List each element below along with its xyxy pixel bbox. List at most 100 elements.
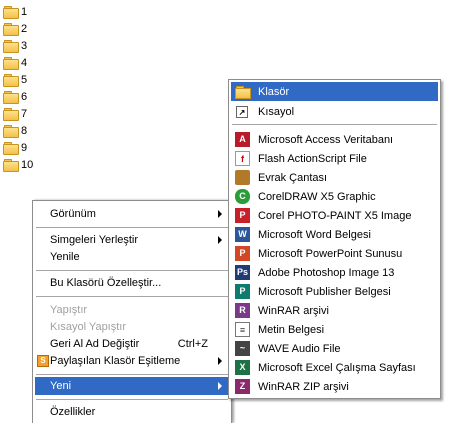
submenu-item-winrar[interactable]: R WinRAR arşivi	[231, 301, 438, 320]
submenu-item-label: Evrak Çantası	[258, 171, 328, 184]
menu-item-label: Bu Klasörü Özelleştir...	[50, 277, 162, 289]
menu-item-label: Görünüm	[50, 208, 96, 220]
folder-item[interactable]: 1	[3, 3, 43, 20]
text-document-icon: ≡	[235, 322, 250, 337]
menu-item-label: Özellikler	[50, 406, 96, 418]
submenu-arrow-icon	[218, 236, 222, 244]
menu-item-shared-folder-sync[interactable]: S Paylaşılan Klasör Eşitleme	[35, 352, 229, 370]
folder-label: 5	[21, 73, 28, 86]
folder-label: 2	[21, 22, 28, 35]
folder-label: 6	[21, 90, 28, 103]
folder-icon	[3, 56, 19, 70]
folder-item[interactable]: 2	[3, 20, 43, 37]
submenu-item-label: WinRAR ZIP arşivi	[258, 380, 349, 393]
menu-item-paste-shortcut[interactable]: Kısayol Yapıştır	[35, 318, 229, 336]
submenu-item-label: WAVE Audio File	[258, 342, 341, 355]
submenu-item-label: Microsoft Word Belgesi	[258, 228, 371, 241]
folder-icon	[235, 84, 251, 99]
folder-item[interactable]: 4	[3, 54, 43, 71]
submenu-item-label: Microsoft Access Veritabanı	[258, 133, 394, 146]
menu-item-undo-rename[interactable]: Geri Al Ad Değiştir Ctrl+Z	[35, 335, 229, 353]
menu-item-customize-folder[interactable]: Bu Klasörü Özelleştir...	[35, 274, 229, 292]
folder-icon	[3, 5, 19, 19]
menu-item-refresh[interactable]: Yenile	[35, 248, 229, 266]
folder-item[interactable]: 7	[3, 105, 43, 122]
submenu-item-label: CorelDRAW X5 Graphic	[258, 190, 376, 203]
folder-icon	[3, 141, 19, 155]
submenu-arrow-icon	[218, 382, 222, 390]
flash-icon: f	[235, 151, 250, 166]
menu-item-view[interactable]: Görünüm	[35, 205, 229, 223]
submenu-item-folder[interactable]: Klasör	[231, 82, 438, 101]
submenu-item-label: Adobe Photoshop Image 13	[258, 266, 395, 279]
submenu-item-label: Microsoft PowerPoint Sunusu	[258, 247, 403, 260]
menu-separator	[36, 270, 228, 271]
folder-label: 10	[21, 158, 34, 171]
powerpoint-icon: P	[235, 246, 250, 261]
menu-item-new[interactable]: Yeni	[35, 377, 229, 395]
folder-label: 4	[21, 56, 28, 69]
folder-label: 3	[21, 39, 28, 52]
menu-item-label: Geri Al Ad Değiştir	[50, 338, 140, 350]
menu-separator	[36, 227, 228, 228]
winrar-zip-icon: Z	[235, 379, 250, 394]
menu-item-arrange-icons[interactable]: Simgeleri Yerleştir	[35, 231, 229, 249]
submenu-item-access[interactable]: A Microsoft Access Veritabanı	[231, 130, 438, 149]
submenu-item-photopaint[interactable]: P Corel PHOTO-PAINT X5 Image	[231, 206, 438, 225]
submenu-item-label: Klasör	[258, 85, 290, 98]
menu-item-label: Yeni	[50, 380, 72, 392]
folder-label: 8	[21, 124, 28, 137]
coreldraw-icon: C	[235, 189, 250, 204]
context-menu: Görünüm Simgeleri Yerleştir Yenile Bu Kl…	[32, 200, 232, 423]
submenu-item-label: Corel PHOTO-PAINT X5 Image	[258, 209, 412, 222]
word-icon: W	[235, 227, 250, 242]
menu-item-paste[interactable]: Yapıştır	[35, 301, 229, 319]
submenu-item-winrar-zip[interactable]: Z WinRAR ZIP arşivi	[231, 377, 438, 396]
submenu-item-excel[interactable]: X Microsoft Excel Çalışma Sayfası	[231, 358, 438, 377]
folder-item[interactable]: 6	[3, 88, 43, 105]
photoshop-icon: Ps	[235, 265, 250, 280]
access-icon: A	[235, 132, 250, 147]
wave-audio-icon: ~	[235, 341, 250, 356]
menu-separator	[36, 399, 228, 400]
menu-item-label: Yapıştır	[50, 304, 88, 316]
menu-separator	[36, 374, 228, 375]
shortcut-label: Ctrl+Z	[177, 338, 208, 350]
folder-item[interactable]: 10	[3, 156, 43, 173]
photopaint-icon: P	[235, 208, 250, 223]
folder-label: 9	[21, 141, 28, 154]
submenu-item-briefcase[interactable]: Evrak Çantası	[231, 168, 438, 187]
folder-item[interactable]: 3	[3, 37, 43, 54]
submenu-item-powerpoint[interactable]: P Microsoft PowerPoint Sunusu	[231, 244, 438, 263]
folder-icon	[3, 73, 19, 87]
submenu-arrow-icon	[218, 210, 222, 218]
folder-label: 7	[21, 107, 28, 120]
submenu-item-coreldraw[interactable]: C CorelDRAW X5 Graphic	[231, 187, 438, 206]
folder-icon	[3, 90, 19, 104]
submenu-item-label: WinRAR arşivi	[258, 304, 329, 317]
folder-item[interactable]: 5	[3, 71, 43, 88]
folder-item[interactable]: 8	[3, 122, 43, 139]
folder-icon	[3, 22, 19, 36]
folder-label: 1	[21, 5, 28, 18]
sync-icon: S	[37, 355, 49, 367]
folder-icon	[3, 124, 19, 138]
submenu-item-wave-audio[interactable]: ~ WAVE Audio File	[231, 339, 438, 358]
submenu-item-shortcut[interactable]: ↗ Kısayol	[231, 102, 438, 121]
folder-icon	[3, 158, 19, 172]
submenu-item-word[interactable]: W Microsoft Word Belgesi	[231, 225, 438, 244]
submenu-item-label: Flash ActionScript File	[258, 152, 367, 165]
submenu-item-flash[interactable]: f Flash ActionScript File	[231, 149, 438, 168]
submenu-item-photoshop[interactable]: Ps Adobe Photoshop Image 13	[231, 263, 438, 282]
menu-item-properties[interactable]: Özellikler	[35, 403, 229, 421]
menu-item-label: Kısayol Yapıştır	[50, 321, 127, 333]
folder-item[interactable]: 9	[3, 139, 43, 156]
submenu-item-label: Microsoft Excel Çalışma Sayfası	[258, 361, 416, 374]
menu-item-label: Paylaşılan Klasör Eşitleme	[50, 355, 181, 367]
excel-icon: X	[235, 360, 250, 375]
menu-separator	[232, 124, 437, 125]
folder-icon	[3, 107, 19, 121]
menu-item-label: Yenile	[50, 251, 80, 263]
submenu-item-text-document[interactable]: ≡ Metin Belgesi	[231, 320, 438, 339]
submenu-item-publisher[interactable]: P Microsoft Publisher Belgesi	[231, 282, 438, 301]
